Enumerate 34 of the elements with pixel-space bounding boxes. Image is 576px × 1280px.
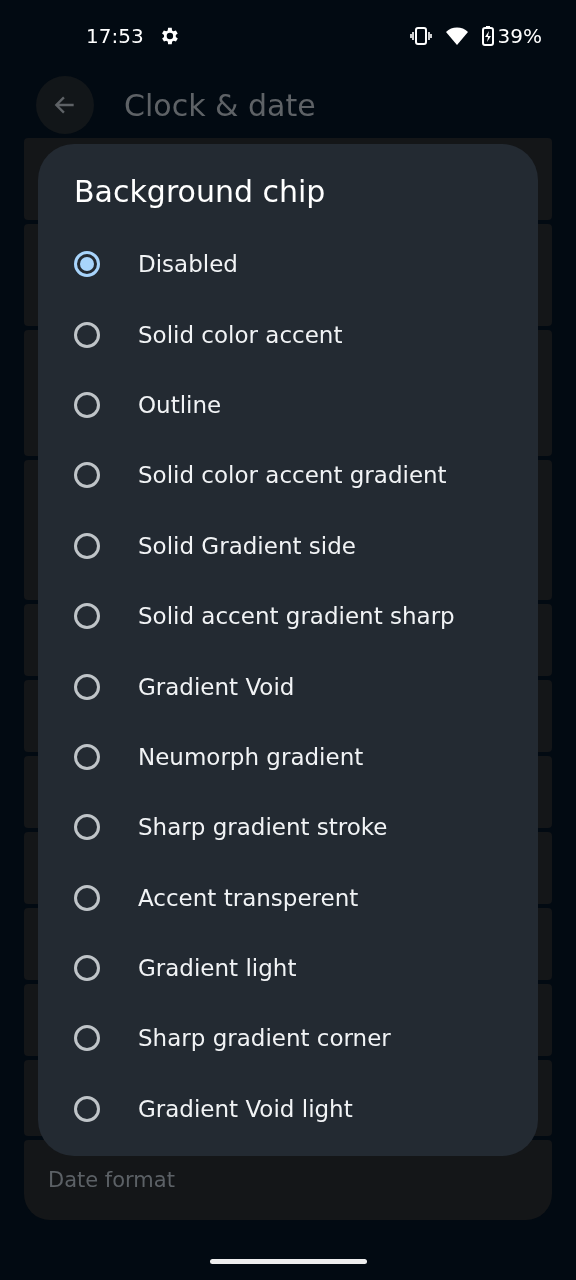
option-label[interactable]: Disabled [138, 251, 238, 278]
radio-button[interactable] [74, 955, 100, 982]
option-label[interactable]: Gradient Void light [138, 1095, 353, 1122]
option-label[interactable]: Accent transperent [138, 884, 359, 911]
setting-title: Date format [48, 1168, 175, 1192]
option-label[interactable]: Solid color accent [138, 321, 343, 348]
radio-button[interactable] [74, 673, 100, 700]
radio-button[interactable] [74, 1095, 100, 1122]
option-label[interactable]: Solid Gradient side [138, 532, 356, 559]
radio-button[interactable] [74, 462, 100, 489]
radio-button[interactable] [74, 603, 100, 630]
vibrate-icon [409, 26, 432, 46]
option-label[interactable]: Gradient light [138, 955, 297, 982]
radio-button[interactable] [74, 321, 100, 348]
radio-button[interactable] [74, 884, 100, 911]
wifi-icon [445, 27, 468, 45]
radio-button[interactable] [74, 391, 100, 418]
option-label[interactable]: Sharp gradient corner [138, 1025, 391, 1052]
option-label[interactable]: Neumorph gradient [138, 743, 364, 770]
option-label[interactable]: Outline [138, 391, 222, 418]
status-time: 17:53 [86, 24, 144, 48]
radio-button[interactable] [74, 814, 100, 841]
radio-button[interactable] [74, 251, 100, 278]
battery-charging-icon [481, 26, 494, 46]
option-label[interactable]: Gradient Void [138, 673, 295, 700]
dialog-title: Background chip [74, 174, 327, 209]
page-title: Clock & date [124, 87, 316, 123]
option-label[interactable]: Sharp gradient stroke [138, 814, 388, 841]
option-label[interactable]: Solid accent gradient sharp [138, 603, 455, 630]
radio-button[interactable] [74, 532, 100, 559]
battery-percent: 39% [497, 24, 542, 48]
option-label[interactable]: Solid color accent gradient [138, 462, 447, 489]
radio-button[interactable] [74, 743, 100, 770]
radio-button[interactable] [74, 1025, 100, 1052]
